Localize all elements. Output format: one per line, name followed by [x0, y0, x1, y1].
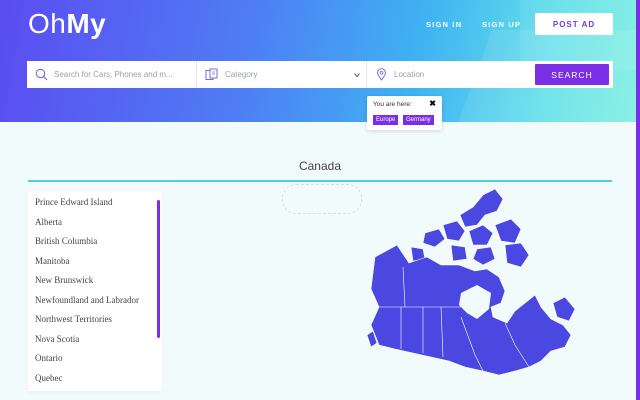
province-item[interactable]: Newfoundland and Labrador: [35, 295, 139, 305]
province-item[interactable]: Ontario: [35, 353, 63, 363]
logo-text: Oh: [28, 8, 67, 39]
map-region-arctic: [459, 188, 504, 228]
canada-map[interactable]: [365, 185, 580, 395]
province-list: Prince Edward Island Alberta British Col…: [28, 191, 162, 391]
province-item[interactable]: Prince Edward Island: [35, 197, 112, 207]
province-item[interactable]: New Brunswick: [35, 275, 93, 285]
province-item[interactable]: Nova Scotia: [35, 334, 79, 344]
map-region-arctic: [468, 224, 494, 246]
location-tag-germany[interactable]: Germany: [403, 115, 434, 125]
map-region-newfoundland: [552, 296, 576, 322]
sign-up-link[interactable]: SIGN UP: [482, 20, 521, 29]
category-icon: [205, 68, 218, 80]
section-divider: [28, 180, 612, 182]
popup-title: You are here:: [373, 101, 412, 108]
map-region-arctic: [472, 246, 496, 266]
category-label: Category: [225, 70, 258, 79]
location-input[interactable]: [394, 67, 529, 82]
post-ad-button[interactable]: POST AD: [535, 13, 613, 35]
location-segment: [367, 61, 535, 88]
list-scrollbar[interactable]: [157, 200, 160, 338]
region-title: Canada: [298, 159, 342, 173]
close-icon[interactable]: ✖: [429, 99, 436, 108]
search-icon: [35, 68, 48, 81]
chevron-down-icon: [354, 73, 360, 78]
category-select[interactable]: Category: [197, 61, 367, 88]
sign-in-link[interactable]: SIGN IN: [426, 20, 462, 29]
map-region-arctic: [442, 220, 466, 242]
province-item[interactable]: Northwest Territories: [35, 314, 112, 324]
search-query-segment: [27, 61, 197, 88]
location-popup: You are here: ✖ Europe Germany: [367, 96, 442, 130]
map-region-arctic: [504, 242, 530, 268]
location-pin-icon: [376, 68, 387, 81]
location-tag-europe[interactable]: Europe: [373, 115, 399, 125]
province-item[interactable]: Alberta: [35, 217, 62, 227]
search-bar: Category SEARCH: [27, 61, 613, 88]
page-scrollbar[interactable]: [636, 0, 640, 400]
province-item[interactable]: Quebec: [35, 373, 62, 383]
map-region-arctic: [422, 228, 446, 248]
search-button[interactable]: SEARCH: [535, 64, 609, 85]
province-item[interactable]: British Columbia: [35, 236, 97, 246]
site-logo[interactable]: OhMy: [28, 8, 106, 40]
hero-decor-shape: [520, 0, 640, 70]
logo-text-bold: My: [66, 8, 107, 39]
province-item[interactable]: Manitoba: [35, 256, 70, 266]
map-placeholder-outline: [282, 184, 362, 214]
search-input[interactable]: [54, 67, 189, 82]
map-region-arctic: [450, 244, 468, 262]
map-region-arctic: [494, 218, 522, 244]
